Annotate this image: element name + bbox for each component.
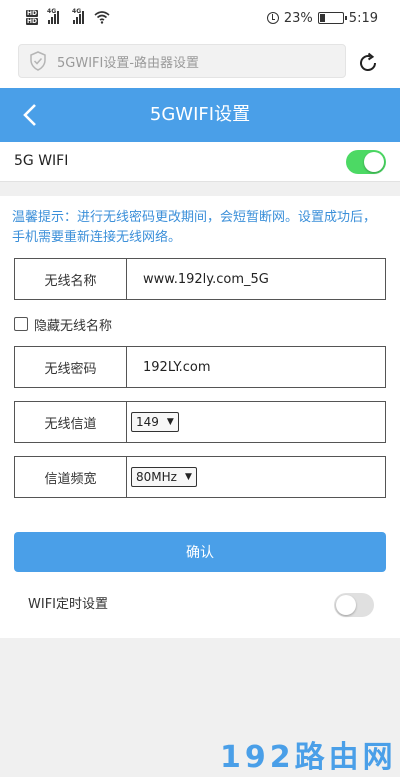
bandwidth-select[interactable]: 80MHz ▼ (131, 467, 197, 487)
wifi-timer-toggle[interactable] (334, 593, 374, 617)
signal-icon-2: 4G (72, 8, 85, 24)
toggle-knob (336, 595, 356, 615)
alarm-icon (266, 12, 279, 24)
address-bar: 5GWIFI设置-路由器设置 (0, 36, 400, 88)
hd-badges: HD HD (26, 9, 39, 25)
signal-icon: 4G (47, 8, 60, 24)
tip-text: 温馨提示：进行无线密码更改期间，会短暂断网。设置成功后，手机需要重新连接无线网络… (12, 210, 377, 245)
hd-badge-1: HD (26, 9, 39, 17)
app-header: 5GWIFI设置 (0, 88, 400, 142)
battery-percent: 23% (283, 10, 313, 26)
channel-value: 149 (136, 415, 159, 429)
battery-icon (317, 12, 347, 24)
clock: 5:19 (348, 10, 378, 26)
reload-icon[interactable] (356, 51, 380, 75)
hide-ssid-label: 隐藏无线名称 (34, 318, 113, 334)
battery-level (319, 14, 325, 22)
confirm-button[interactable]: 确认 (14, 532, 386, 572)
channel-field: 无线信道 149 ▼ (14, 401, 386, 443)
wifi-timer-row: WIFI定时设置 (0, 590, 400, 620)
password-label: 无线密码 (15, 347, 127, 387)
network-type-2: 4G (72, 8, 82, 15)
password-field: 无线密码 (14, 346, 386, 388)
bandwidth-value: 80MHz (136, 470, 177, 484)
bandwidth-field: 信道频宽 80MHz ▼ (14, 456, 386, 498)
wifi-icon (94, 11, 110, 24)
status-right: 23% 5:19 (266, 8, 378, 28)
status-left: HD HD 4G 4G (26, 6, 110, 28)
page-title: 5GWIFI设置 (149, 104, 251, 125)
bandwidth-label: 信道频宽 (15, 457, 127, 497)
wifi-timer-label: WIFI定时设置 (28, 597, 108, 612)
password-input[interactable] (143, 359, 363, 375)
url-field[interactable]: 5GWIFI设置-路由器设置 (18, 44, 346, 78)
wifi-toggle-switch[interactable] (346, 150, 386, 174)
wifi-toggle-row: 5G WIFI (0, 142, 400, 182)
wifi-toggle-label: 5G WIFI (14, 153, 69, 169)
channel-label: 无线信道 (15, 402, 127, 442)
hd-badge-2: HD (26, 17, 39, 25)
status-bar: HD HD 4G 4G 23% 5:19 (0, 0, 400, 36)
channel-select[interactable]: 149 ▼ (131, 412, 179, 432)
watermark-logo: 192路由网 (220, 740, 397, 775)
toggle-knob (364, 152, 384, 172)
dropdown-arrow-icon: ▼ (166, 417, 174, 427)
settings-form: 温馨提示：进行无线密码更改期间，会短暂断网。设置成功后，手机需要重新连接无线网络… (0, 196, 400, 638)
hide-ssid-row[interactable]: 隐藏无线名称 (14, 314, 112, 334)
ssid-input[interactable] (143, 271, 363, 287)
back-arrow-icon[interactable] (16, 100, 46, 130)
ssid-label: 无线名称 (15, 259, 127, 299)
network-type-1: 4G (47, 8, 57, 15)
shield-icon (30, 51, 46, 71)
dropdown-arrow-icon: ▼ (184, 472, 192, 482)
ssid-field: 无线名称 (14, 258, 386, 300)
url-text: 5GWIFI设置-路由器设置 (57, 55, 200, 71)
hide-ssid-checkbox[interactable] (14, 317, 28, 331)
